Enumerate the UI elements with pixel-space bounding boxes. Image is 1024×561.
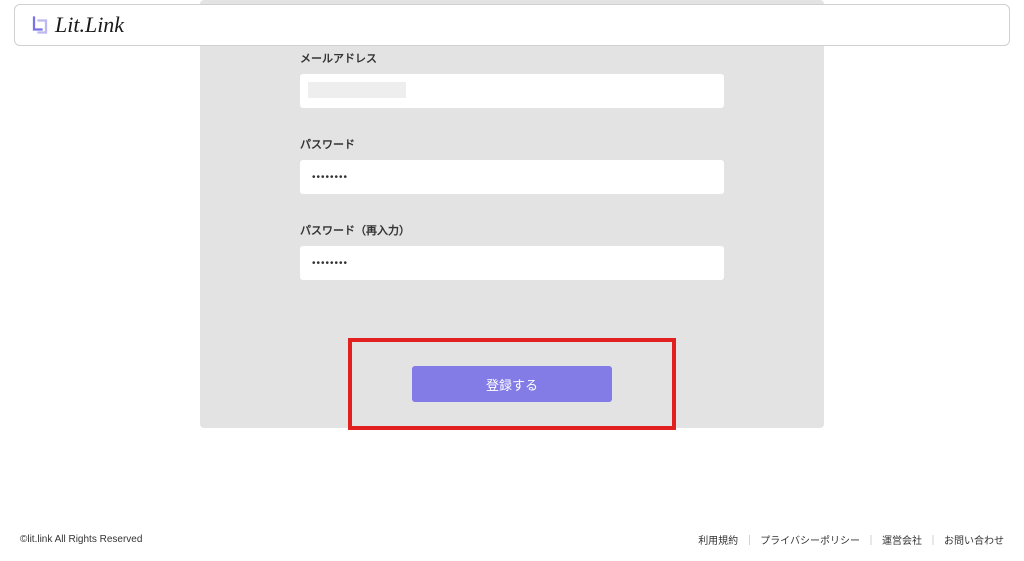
- highlight-box: 登録する: [348, 338, 676, 430]
- password-group: パスワード: [300, 136, 724, 194]
- logo-text: Lit.Link: [55, 12, 124, 38]
- footer-privacy-link[interactable]: プライバシーポリシー: [760, 532, 860, 547]
- email-group: メールアドレス: [300, 50, 724, 108]
- footer-company-link[interactable]: 運営会社: [882, 532, 922, 547]
- logo-icon: [31, 16, 49, 34]
- footer-separator: ｜: [744, 532, 754, 547]
- register-button[interactable]: 登録する: [412, 366, 612, 402]
- registration-form-card: メールアドレス パスワード パスワード（再入力） 登録する: [200, 0, 824, 428]
- footer: ©lit.link All Rights Reserved 利用規約 ｜ プライ…: [20, 532, 1004, 547]
- password-confirm-field[interactable]: [300, 246, 724, 280]
- password-confirm-group: パスワード（再入力）: [300, 222, 724, 280]
- footer-copyright: ©lit.link All Rights Reserved: [20, 534, 142, 545]
- password-label: パスワード: [300, 136, 724, 152]
- footer-separator: ｜: [866, 532, 876, 547]
- logo[interactable]: Lit.Link: [31, 12, 124, 38]
- submit-wrapper: 登録する: [300, 338, 724, 430]
- footer-contact-link[interactable]: お問い合わせ: [944, 532, 1004, 547]
- email-label: メールアドレス: [300, 50, 724, 66]
- footer-links: 利用規約 ｜ プライバシーポリシー ｜ 運営会社 ｜ お問い合わせ: [698, 532, 1004, 547]
- password-field[interactable]: [300, 160, 724, 194]
- email-field[interactable]: [300, 74, 724, 108]
- password-confirm-label: パスワード（再入力）: [300, 222, 724, 238]
- header-bar: Lit.Link: [14, 4, 1010, 46]
- footer-separator: ｜: [928, 532, 938, 547]
- footer-terms-link[interactable]: 利用規約: [698, 532, 738, 547]
